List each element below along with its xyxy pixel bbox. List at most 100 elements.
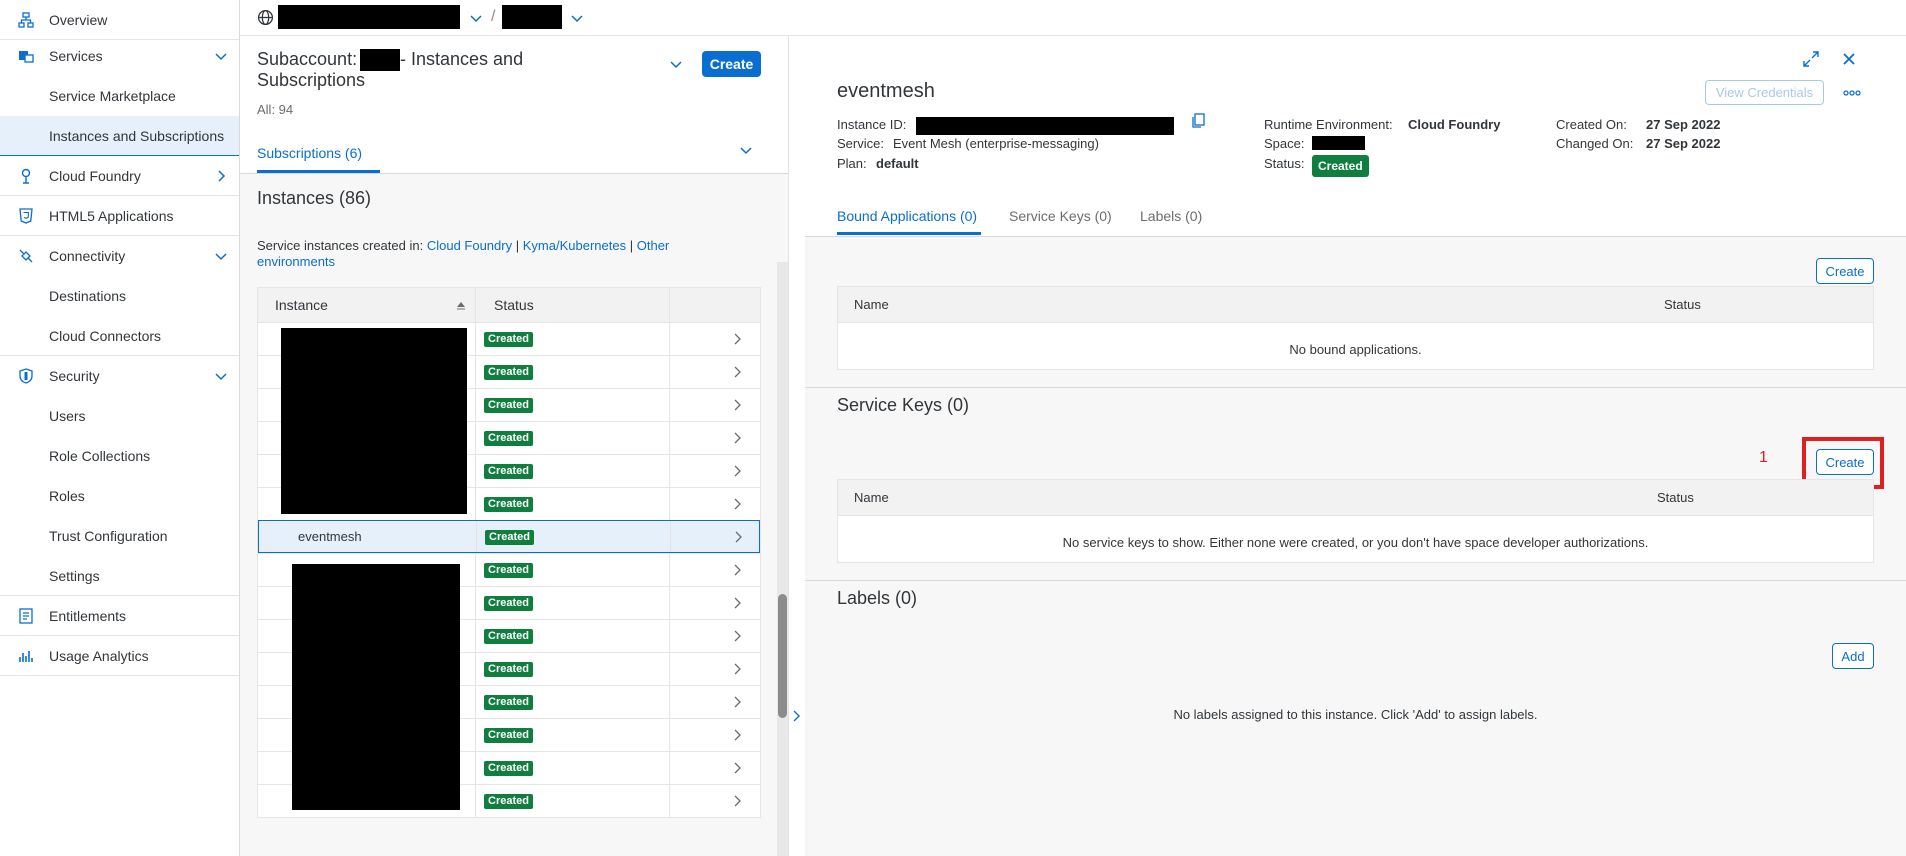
- column-divider: [669, 785, 670, 817]
- sidebar-item-cloud-connectors[interactable]: Cloud Connectors: [0, 316, 239, 356]
- redacted-global-account: [278, 5, 460, 29]
- section-divider: [805, 580, 1906, 581]
- sidebar-item-label: Users: [49, 408, 86, 424]
- runtime-value: Cloud Foundry: [1408, 117, 1501, 132]
- sidebar-item-label: Roles: [49, 488, 85, 504]
- page-title-line2: Subscriptions: [257, 70, 366, 90]
- chevron-right-icon[interactable]: [730, 464, 744, 478]
- more-icon[interactable]: [1842, 86, 1862, 100]
- chevron-down-icon[interactable]: [468, 10, 484, 26]
- page-title-suffix: - Instances and: [400, 49, 524, 69]
- link-cloud-foundry[interactable]: Cloud Foundry: [427, 238, 512, 253]
- service-link[interactable]: Event Mesh (enterprise-messaging): [893, 136, 1099, 151]
- chevron-right-icon[interactable]: [730, 365, 744, 379]
- create-binding-button[interactable]: Create: [1816, 258, 1874, 284]
- chevron-down-icon[interactable]: [213, 48, 229, 64]
- chevron-right-icon[interactable]: [730, 497, 744, 511]
- sidebar-item-label: Settings: [49, 567, 100, 584]
- create-button[interactable]: Create: [702, 51, 761, 77]
- sidebar-item-entitlements[interactable]: Entitlements: [0, 596, 239, 636]
- sidebar-item-role-collections[interactable]: Role Collections: [0, 436, 239, 476]
- chevron-right-icon[interactable]: [730, 398, 744, 412]
- sidebar-item-html5-applications[interactable]: HTML5 Applications: [0, 196, 239, 236]
- sidebar-item-label: Entitlements: [49, 607, 127, 624]
- connectivity-icon: [19, 249, 33, 263]
- chevron-right-icon[interactable]: [730, 629, 744, 643]
- chevron-down-icon[interactable]: [213, 248, 229, 264]
- list-scrollbar-track[interactable]: [777, 262, 788, 856]
- instances-title: Instances (86): [257, 188, 372, 208]
- fullscreen-icon[interactable]: [1803, 51, 1819, 67]
- space-label: Space:: [1264, 136, 1305, 151]
- sidebar-item-security[interactable]: Security: [0, 356, 239, 396]
- column-divider: [669, 356, 670, 388]
- chevron-down-icon[interactable]: [213, 368, 229, 384]
- link-separator: |: [515, 238, 520, 253]
- column-header-instance[interactable]: Instance: [258, 288, 476, 322]
- sidebar-item-users[interactable]: Users: [0, 396, 239, 436]
- chevron-right-icon[interactable]: [730, 695, 744, 709]
- status-badge: Created: [484, 497, 533, 512]
- column-divider: [669, 686, 670, 718]
- status-badge: Created: [484, 794, 533, 809]
- chevron-down-icon[interactable]: [668, 56, 684, 72]
- chevron-right-icon[interactable]: [731, 530, 745, 544]
- chevron-right-icon[interactable]: [730, 761, 744, 775]
- link-kyma[interactable]: Kyma/Kubernetes: [523, 238, 626, 253]
- table-header: Name Status: [838, 287, 1873, 323]
- panel-splitter[interactable]: [788, 36, 805, 856]
- chevron-right-icon[interactable]: [213, 168, 229, 184]
- usage-analytics-icon: [19, 650, 33, 662]
- view-credentials-button[interactable]: View Credentials: [1705, 80, 1824, 105]
- status-badge: Created: [484, 431, 533, 446]
- list-scrollbar-thumb[interactable]: [778, 594, 787, 718]
- column-divider: [669, 653, 670, 685]
- chevron-right-icon[interactable]: [791, 708, 803, 724]
- status-badge: Created: [484, 365, 533, 380]
- tab-subscriptions[interactable]: Subscriptions (6): [257, 145, 362, 161]
- chevron-right-icon[interactable]: [730, 332, 744, 346]
- create-service-key-button[interactable]: Create: [1816, 449, 1874, 475]
- chevron-right-icon[interactable]: [730, 662, 744, 676]
- tab-labels[interactable]: Labels (0): [1140, 208, 1202, 224]
- chevron-down-icon[interactable]: [569, 10, 585, 26]
- sidebar-item-label: Services: [49, 48, 103, 64]
- sidebar-item-service-marketplace[interactable]: Service Marketplace: [0, 76, 239, 116]
- column-header-status: Status: [1664, 297, 1701, 312]
- chevron-down-icon[interactable]: [738, 142, 754, 158]
- annotation-number: 1: [1759, 449, 1768, 466]
- column-header-status[interactable]: Status: [476, 288, 670, 322]
- changed-on-value: 27 Sep 2022: [1646, 136, 1721, 151]
- breadcrumb-separator: /: [491, 8, 496, 25]
- add-label-button[interactable]: Add: [1832, 643, 1874, 669]
- sidebar-item-cloud-foundry[interactable]: Cloud Foundry: [0, 156, 239, 196]
- sidebar-item-instances-and-subscriptions[interactable]: Instances and Subscriptions: [0, 116, 239, 156]
- sidebar-item-trust-configuration[interactable]: Trust Configuration: [0, 516, 239, 556]
- tab-bound-applications[interactable]: Bound Applications (0): [837, 208, 977, 224]
- tab-underline: [257, 170, 380, 173]
- column-divider: [669, 455, 670, 487]
- table-row-selected[interactable]: eventmesh Created: [258, 520, 760, 553]
- sidebar-item-label: Instances and Subscriptions: [49, 127, 225, 144]
- close-icon[interactable]: [1841, 51, 1857, 67]
- sidebar-item-usage-analytics[interactable]: Usage Analytics: [0, 636, 239, 676]
- chevron-right-icon[interactable]: [730, 596, 744, 610]
- chevron-right-icon[interactable]: [730, 563, 744, 577]
- shield-icon: [19, 368, 33, 384]
- chevron-right-icon[interactable]: [730, 431, 744, 445]
- chevron-right-icon[interactable]: [730, 728, 744, 742]
- chevron-right-icon[interactable]: [730, 794, 744, 808]
- sidebar-item-overview[interactable]: Overview: [0, 0, 239, 40]
- copy-icon[interactable]: [1190, 113, 1206, 129]
- status-badge: Created: [1312, 155, 1369, 177]
- column-divider: [475, 587, 476, 619]
- sidebar-item-roles[interactable]: Roles: [0, 476, 239, 516]
- column-divider: [669, 752, 670, 784]
- tab-service-keys[interactable]: Service Keys (0): [1009, 208, 1112, 224]
- sidebar-item-connectivity[interactable]: Connectivity: [0, 236, 239, 276]
- sidebar-item-settings[interactable]: Settings: [0, 556, 239, 596]
- sidebar-item-destinations[interactable]: Destinations: [0, 276, 239, 316]
- sidebar-item-services[interactable]: Services: [0, 36, 239, 76]
- column-divider: [475, 620, 476, 652]
- plan-value: default: [876, 156, 919, 171]
